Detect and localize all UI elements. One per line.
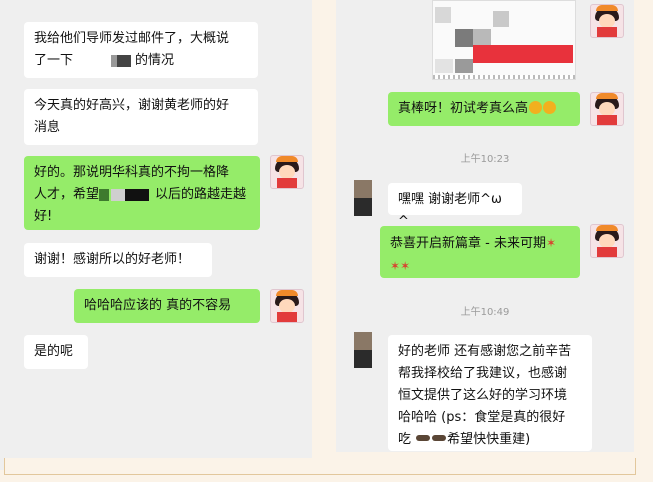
message-bubble[interactable]: 恭喜开启新篇章 - 未来可期✶ ✶✶ [380,226,580,278]
timestamp: 上午10:49 [460,307,510,318]
message-bubble[interactable]: 好的老师 还有感谢您之前辛苦 帮我择校给了我建议，也感谢 恒文提供了这么好的学习… [388,335,592,451]
message-text: 人才，希望 [34,187,100,202]
party-popper-icon: ✶ [390,259,401,273]
message-text: 哈哈哈 (ps：食堂是真的很好 [398,410,566,425]
teacher-avatar[interactable] [590,224,624,258]
message-text: 恒文提供了这么好的学习环境 [398,388,568,403]
party-popper-icon: ✶ [400,259,411,273]
message-text: 消息 [34,120,61,135]
message-bubble[interactable]: 嘿嘿 谢谢老师^ω^ [388,183,522,229]
message-text: 好的。那说明华科真的不拘一格降 [34,165,230,180]
image-message[interactable] [432,0,576,80]
teacher-avatar[interactable] [270,289,304,323]
message-text: 是的呢 [34,344,74,359]
card-frame-border [4,458,636,475]
message-bubble[interactable]: 今天真的好高兴，谢谢黄老师的好 消息 [24,89,258,145]
redacted-name [99,187,155,203]
teacher-avatar[interactable] [270,155,304,189]
flower-emoji-icon [529,101,543,114]
message-text: 好! [34,209,53,224]
message-text: 我给他们导师发过邮件了，大概说 [34,31,230,46]
message-text: 恭喜开启新篇章 - 未来可期 [390,236,546,251]
message-bubble[interactable]: 哈哈哈应该的 真的不容易 [74,289,260,323]
party-popper-icon: ✶ [545,236,557,250]
message-text: 了一下 [34,53,74,68]
message-text: 的情况 [135,53,175,68]
teacher-avatar[interactable] [590,4,624,38]
student-avatar[interactable] [354,332,372,368]
pointing-hand-icon [432,435,447,441]
message-text: 希望快快重建) [447,432,531,447]
timestamp: 上午10:23 [460,154,510,165]
message-text: 真棒呀！初试考真么高 [398,101,529,116]
teacher-avatar[interactable] [590,92,624,126]
left-chat-screenshot: 我给他们导师发过邮件了，大概说 了一下 的情况 今天真的好高兴，谢谢黄老师的好 消… [0,0,312,470]
student-avatar[interactable] [354,180,372,216]
message-text: 今天真的好高兴，谢谢黄老师的好 [34,98,230,113]
right-chat-screenshot: 真棒呀！初试考真么高 上午10:23 嘿嘿 谢谢老师^ω^ 恭喜开启新篇章 - … [336,0,634,452]
message-text: 帮我择校给了我建议，也感谢 [398,366,568,381]
pointing-hand-icon [416,435,431,441]
message-bubble[interactable]: 是的呢 [24,335,88,369]
message-text: 以后的路越走越 [155,187,247,202]
message-text: 吃 [398,432,412,447]
message-bubble[interactable]: 真棒呀！初试考真么高 [388,92,580,126]
message-bubble[interactable]: 谢谢！感谢所以的好老师！ [24,243,212,277]
redacted-name [73,53,135,69]
message-text: 好的老师 还有感谢您之前辛苦 [398,344,572,359]
flower-emoji-icon [543,101,557,114]
message-text: 谢谢！感谢所以的好老师！ [34,252,191,267]
message-bubble[interactable]: 我给他们导师发过邮件了，大概说 了一下 的情况 [24,22,258,78]
message-text: 哈哈哈应该的 真的不容易 [84,298,232,313]
message-bubble[interactable]: 好的。那说明华科真的不拘一格降 人才，希望 以后的路越走越 好! [24,156,260,230]
